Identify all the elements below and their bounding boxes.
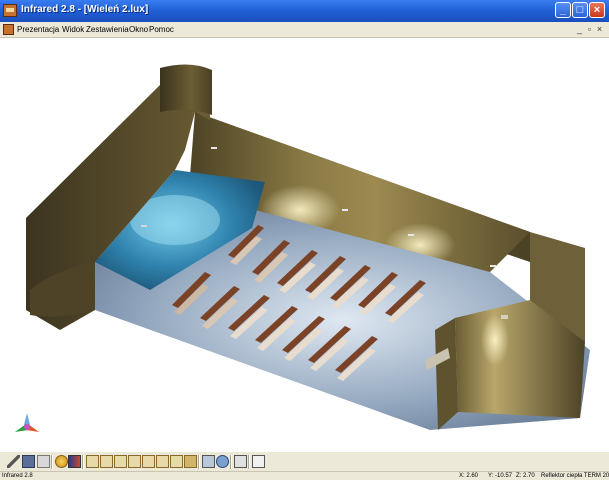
pencil-icon[interactable] <box>7 455 20 468</box>
corner-column <box>160 64 212 115</box>
mdi-close-button[interactable]: × <box>595 24 604 35</box>
print-icon[interactable] <box>37 455 50 468</box>
wall-view-icon[interactable] <box>170 455 183 468</box>
wall-light-glow <box>481 314 509 366</box>
wall-view-icon[interactable] <box>100 455 113 468</box>
maximize-button[interactable]: □ <box>572 2 588 18</box>
mdi-restore-button[interactable]: ▫ <box>585 24 594 35</box>
mdi-minimize-button[interactable]: _ <box>575 24 584 35</box>
wall-view-icon[interactable] <box>128 455 141 468</box>
status-selected-object: Reflektor ciepła TERM 20I <box>541 473 609 479</box>
wall-view-icon[interactable] <box>114 455 127 468</box>
light-icon[interactable] <box>216 455 229 468</box>
axis-gizmo-icon <box>15 413 39 432</box>
toolbar-separator <box>82 455 84 469</box>
color-palette-icon[interactable] <box>68 455 81 468</box>
partition-wall <box>435 318 458 430</box>
status-app-name: Infrared 2.8 <box>2 473 33 479</box>
wall-lamp <box>141 225 147 227</box>
toolbar <box>0 451 609 471</box>
toolbar-separator <box>51 455 53 469</box>
wall-lamp <box>342 209 348 211</box>
menu-prezentacja[interactable]: Prezentacja <box>17 25 59 34</box>
status-z-coordinate: Z: 2.70 <box>516 473 535 479</box>
close-button[interactable]: × <box>589 2 605 18</box>
toolbar-separator <box>230 455 232 469</box>
menu-zestawienia[interactable]: Zestawienia <box>86 25 129 34</box>
render-icon[interactable] <box>55 455 68 468</box>
status-bar: Infrared 2.8 X: 2.60 Y: -10.57 Z: 2.70 R… <box>0 471 609 480</box>
wall-view-icon[interactable] <box>156 455 169 468</box>
title-bar: Infrared 2.8 - [Wieleń 2.lux] _ □ × <box>0 0 609 22</box>
menu-widok[interactable]: Widok <box>62 25 84 34</box>
menu-bar: Prezentacja Widok Zestawienia Okno Pomoc… <box>0 22 609 38</box>
room-view-icon[interactable] <box>184 455 197 468</box>
window-view-icon[interactable] <box>234 455 247 468</box>
minimize-button[interactable]: _ <box>555 2 571 18</box>
wall-lamp <box>490 265 496 267</box>
toolbar-separator <box>198 455 200 469</box>
room-render <box>26 64 590 430</box>
window-title: Infrared 2.8 - [Wieleń 2.lux] <box>21 4 149 15</box>
status-y-coordinate: Y: -10.57 <box>488 473 513 479</box>
wall-view-icon[interactable] <box>142 455 155 468</box>
save-icon[interactable] <box>22 455 35 468</box>
app-icon[interactable] <box>3 4 17 17</box>
menu-pomoc[interactable]: Pomoc <box>149 25 174 34</box>
wall-lamp <box>408 234 414 236</box>
wall-lamp <box>211 147 217 149</box>
menu-okno[interactable]: Okno <box>129 25 148 34</box>
wall-view-icon[interactable] <box>86 455 99 468</box>
export-icon[interactable] <box>252 455 265 468</box>
light-icon[interactable] <box>202 455 215 468</box>
render-viewport[interactable] <box>0 38 609 451</box>
toolbar-separator <box>248 455 250 469</box>
document-icon[interactable] <box>3 24 14 35</box>
status-x-coordinate: X: 2.60 <box>459 473 479 479</box>
